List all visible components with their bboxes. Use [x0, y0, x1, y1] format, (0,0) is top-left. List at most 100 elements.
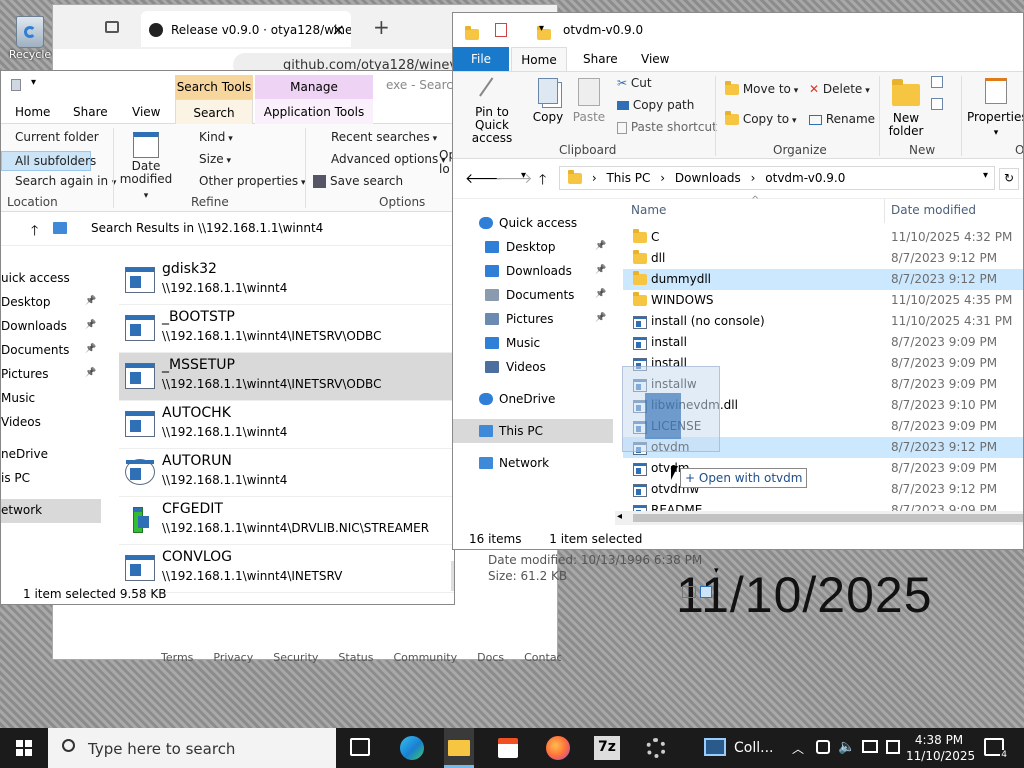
- date-modified-button[interactable]: Date modified: [117, 132, 175, 203]
- pin-icon[interactable]: 📌: [85, 296, 96, 306]
- file-row[interactable]: install (no console) 11/10/2025 4:31 PM: [623, 311, 1023, 332]
- network-tray-icon[interactable]: [862, 740, 878, 753]
- footer-link[interactable]: Docs: [477, 651, 504, 663]
- search-nav-item[interactable]: Music: [1, 387, 101, 411]
- file-row[interactable]: WINDOWS 11/10/2025 4:35 PM: [623, 290, 1023, 311]
- column-header-name[interactable]: Name ^: [623, 195, 885, 223]
- store-icon[interactable]: [498, 738, 518, 758]
- pin-icon[interactable]: 📌: [595, 241, 606, 251]
- footer-link[interactable]: Contact: [524, 651, 561, 663]
- all-subfolders-button[interactable]: All subfolders: [1, 151, 96, 171]
- breadcrumb-downloads[interactable]: Downloads: [675, 171, 741, 185]
- clock[interactable]: 4:38 PM 11/10/2025: [906, 732, 975, 764]
- new-folder-button[interactable]: New folder: [885, 79, 927, 138]
- search-result-item[interactable]: _MSSETUP \\192.168.1.1\winnt4\INETSRV\ODB…: [119, 353, 454, 401]
- volume-muted-icon[interactable]: 🔈: [838, 739, 855, 755]
- copy-path-button[interactable]: Copy path: [617, 98, 694, 112]
- tab-share[interactable]: Share: [583, 52, 618, 66]
- input-indicator-icon[interactable]: [886, 740, 900, 754]
- column-header-date[interactable]: Date modified: [887, 199, 1023, 223]
- pin-icon[interactable]: 📌: [85, 368, 96, 378]
- file-row[interactable]: C 11/10/2025 4:32 PM: [623, 227, 1023, 248]
- refresh-icon[interactable]: ↻: [999, 168, 1019, 190]
- start-button[interactable]: [0, 728, 48, 768]
- tab-file[interactable]: File: [453, 47, 509, 71]
- qat-properties-icon[interactable]: [495, 23, 507, 37]
- otvdm-nav-item[interactable]: Documents 📌: [453, 283, 613, 307]
- copy-to-button[interactable]: Copy to: [725, 111, 797, 126]
- search-nav-item[interactable]: neDrive: [1, 443, 101, 467]
- qat-dropdown-icon[interactable]: ▾: [539, 23, 544, 34]
- paste-shortcut-button[interactable]: Paste shortcut: [617, 120, 717, 134]
- qat-dropdown-icon[interactable]: ▾: [31, 77, 36, 88]
- breadcrumb-this-pc[interactable]: This PC: [606, 171, 650, 185]
- taskbar-search-box[interactable]: Type here to search: [48, 728, 336, 768]
- search-result-item[interactable]: gdisk32 \\192.168.1.1\winnt4: [119, 257, 454, 305]
- pin-icon[interactable]: 📌: [85, 344, 96, 354]
- search-nav-item[interactable]: Desktop 📌: [1, 291, 101, 315]
- new-tab-button[interactable]: +: [373, 15, 390, 39]
- scroll-thumb[interactable]: [633, 514, 1023, 522]
- delete-button[interactable]: ✕ Delete: [809, 82, 870, 96]
- browser-tab[interactable]: Release v0.9.0 · otya128/winevdm ×: [141, 11, 351, 47]
- save-search-button[interactable]: Save search: [313, 174, 403, 188]
- paste-button[interactable]: Paste: [571, 78, 607, 124]
- otvdm-nav-item[interactable]: Downloads 📌: [453, 259, 613, 283]
- recent-searches-button[interactable]: Recent searches: [313, 130, 437, 144]
- pin-icon[interactable]: 📌: [595, 265, 606, 275]
- detail-scroll-down-icon[interactable]: ▾: [714, 566, 719, 576]
- otvdm-nav-item[interactable]: Videos: [453, 355, 613, 379]
- move-to-button[interactable]: Move to: [725, 81, 798, 96]
- file-row[interactable]: install 8/7/2023 9:09 PM: [623, 332, 1023, 353]
- new-item-icon[interactable]: [931, 76, 943, 88]
- otvdm-nav-item[interactable]: Music: [453, 331, 613, 355]
- settings-gear-icon[interactable]: [646, 738, 666, 758]
- active-app-button[interactable]: Coll...: [700, 728, 778, 768]
- pin-quick-access-button[interactable]: Pin to Quick access: [457, 77, 527, 145]
- tab-view[interactable]: View: [132, 105, 160, 119]
- breadcrumb-otvdm[interactable]: otvdm-v0.9.0: [765, 171, 845, 185]
- otvdm-nav-item[interactable]: OneDrive: [453, 387, 613, 411]
- tab-search[interactable]: Search: [175, 99, 253, 125]
- horizontal-scrollbar[interactable]: ◂: [615, 511, 1023, 525]
- up-arrow-icon[interactable]: 🡑: [31, 220, 38, 244]
- properties-button[interactable]: Properties: [967, 78, 1023, 138]
- recent-locations-icon[interactable]: ▾: [521, 170, 526, 181]
- tray-app-icon[interactable]: [816, 740, 830, 754]
- details-view-icon[interactable]: [682, 586, 696, 598]
- tab-actions-icon[interactable]: [105, 21, 119, 33]
- size-button[interactable]: Size: [181, 152, 231, 166]
- copy-button[interactable]: Copy: [531, 78, 565, 124]
- search-again-button[interactable]: Search again in: [15, 174, 116, 188]
- task-view-button[interactable]: [350, 738, 370, 756]
- footer-link[interactable]: Community: [393, 651, 457, 663]
- otvdm-address-bar[interactable]: › This PC › Downloads › otvdm-v0.9.0 ▾: [559, 166, 995, 190]
- otvdm-nav-item[interactable]: This PC: [453, 419, 613, 443]
- tab-application-tools[interactable]: Application Tools: [255, 99, 373, 125]
- otvdm-nav-item[interactable]: Desktop 📌: [453, 235, 613, 259]
- file-row[interactable]: dll 8/7/2023 9:12 PM: [623, 248, 1023, 269]
- up-arrow-icon[interactable]: 🡑: [539, 169, 546, 193]
- search-nav-item[interactable]: etwork: [1, 499, 101, 523]
- advanced-options-button[interactable]: Advanced options: [313, 152, 446, 166]
- tab-view[interactable]: View: [641, 52, 669, 66]
- search-nav-item[interactable]: Pictures 📌: [1, 363, 101, 387]
- recycle-bin[interactable]: Recycle: [8, 10, 52, 74]
- notifications-button[interactable]: 4: [984, 738, 1008, 760]
- otvdm-nav-item[interactable]: Pictures 📌: [453, 307, 613, 331]
- search-nav-item[interactable]: Documents 📌: [1, 339, 101, 363]
- footer-link[interactable]: Terms: [161, 651, 193, 663]
- otvdm-nav-item[interactable]: Quick access: [453, 211, 613, 235]
- footer-link[interactable]: Security: [273, 651, 318, 663]
- search-nav-item[interactable]: uick access: [1, 267, 101, 291]
- otvdm-nav-item[interactable]: Network: [453, 451, 613, 475]
- current-folder-button[interactable]: Current folder: [1, 130, 99, 144]
- pin-icon[interactable]: 📌: [595, 289, 606, 299]
- rename-button[interactable]: Rename: [809, 112, 875, 126]
- tray-chevron-icon[interactable]: ︿: [792, 740, 804, 757]
- search-result-item[interactable]: AUTORUN \\192.168.1.1\winnt4: [119, 449, 454, 497]
- other-properties-button[interactable]: Other properties: [181, 174, 306, 188]
- scroll-left-icon[interactable]: ◂: [617, 511, 622, 522]
- file-row[interactable]: README 8/7/2023 9:09 PM: [623, 500, 1023, 511]
- 7zip-icon[interactable]: 7z: [594, 736, 620, 760]
